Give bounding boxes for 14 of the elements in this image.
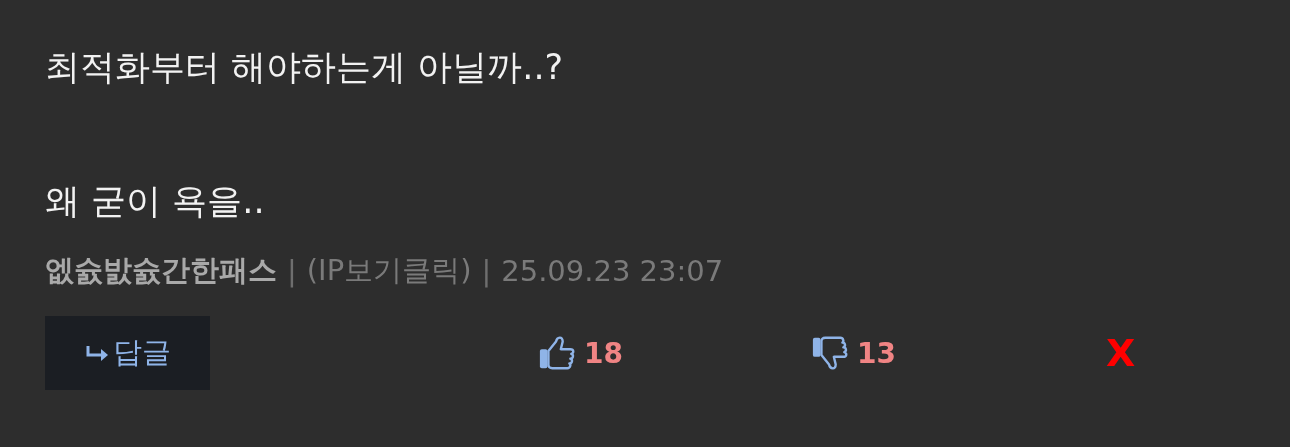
dislike-count: 13: [856, 336, 896, 370]
comment-text: 왜 굳이 욕을..: [45, 180, 266, 223]
comment-text: 최적화부터 해야하는게 아닐까..?: [45, 46, 565, 89]
ip-link[interactable]: (IP보기클릭): [306, 251, 472, 291]
thumbs-up-icon[interactable]: [538, 334, 576, 372]
author-name[interactable]: 엢슔밠슔간한패스: [45, 251, 277, 291]
like-count: 18: [584, 336, 623, 370]
separator: |: [287, 254, 297, 288]
thumbs-down-icon[interactable]: [810, 334, 849, 372]
reply-button[interactable]: 답글: [45, 316, 210, 390]
comment-date: 25.09.23 23:07: [501, 254, 724, 288]
reply-arrow-icon: [84, 345, 109, 361]
separator: |: [481, 254, 492, 288]
delete-button[interactable]: X: [1105, 331, 1136, 375]
